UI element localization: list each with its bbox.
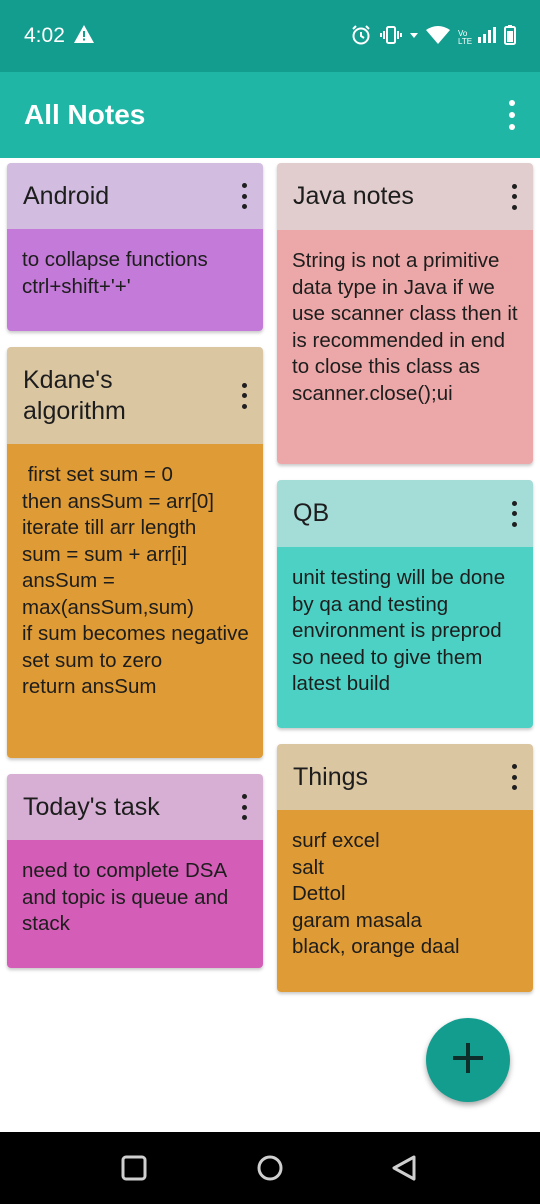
note-card-todays-task[interactable]: Today's task need to complete DSA and to… xyxy=(7,774,263,968)
status-time: 4:02 xyxy=(24,24,65,47)
note-title: QB xyxy=(293,499,330,527)
note-header: Kdane's algorithm xyxy=(7,347,263,444)
note-title: Kdane's algorithm xyxy=(23,365,126,425)
note-body: String is not a primitive data type in J… xyxy=(277,230,533,464)
more-vert-icon[interactable] xyxy=(504,100,520,130)
volte-icon: Vo LTE xyxy=(458,28,473,46)
note-header: Android xyxy=(7,163,263,229)
note-title: Today's task xyxy=(23,792,160,821)
back-triangle-icon[interactable] xyxy=(390,1154,418,1187)
note-card-kdanes-algorithm[interactable]: Kdane's algorithm first set sum = 0 then… xyxy=(7,347,263,758)
note-title: Android xyxy=(23,181,110,210)
note-header: QB xyxy=(277,480,533,547)
note-card-java-notes[interactable]: Java notes String is not a primitive dat… xyxy=(277,163,533,464)
status-bar: 4:02 Vo LTE xyxy=(0,0,540,72)
alarm-icon xyxy=(350,24,372,51)
note-title: Things xyxy=(293,762,369,791)
notes-column-left: Android to collapse functions ctrl+shift… xyxy=(7,163,263,984)
note-body: first set sum = 0 then ansSum = arr[0] i… xyxy=(7,444,263,758)
add-icon xyxy=(451,1041,485,1080)
note-header: Today's task xyxy=(7,774,263,840)
note-body: unit testing will be done by qa and test… xyxy=(277,547,533,728)
note-menu-icon[interactable] xyxy=(509,183,519,210)
warning-icon xyxy=(74,25,94,48)
note-card-android[interactable]: Android to collapse functions ctrl+shift… xyxy=(7,163,263,331)
signal-icon xyxy=(478,27,496,48)
note-body: surf excel salt Dettol garam masala blac… xyxy=(277,810,533,992)
note-body: to collapse functions ctrl+shift+'+' xyxy=(7,229,263,331)
note-menu-icon[interactable] xyxy=(239,794,249,820)
home-circle-icon[interactable] xyxy=(256,1154,284,1187)
recents-square-icon[interactable] xyxy=(120,1154,148,1187)
notes-column-right: Java notes String is not a primitive dat… xyxy=(277,163,533,1008)
note-header: Java notes xyxy=(277,163,533,230)
note-menu-icon[interactable] xyxy=(239,183,249,209)
note-card-things[interactable]: Things surf excel salt Dettol garam masa… xyxy=(277,744,533,992)
page-title: All Notes xyxy=(24,99,146,130)
note-menu-icon[interactable] xyxy=(509,764,519,790)
note-menu-icon[interactable] xyxy=(239,382,249,409)
navigation-bar xyxy=(0,1132,540,1204)
note-menu-icon[interactable] xyxy=(509,500,519,527)
note-header: Things xyxy=(277,744,533,810)
system-icons: Vo LTE xyxy=(350,24,516,51)
note-body: need to complete DSA and topic is queue … xyxy=(7,840,263,968)
data-arrows-icon xyxy=(410,28,418,47)
add-note-button[interactable] xyxy=(426,1018,510,1102)
app-bar: All Notes xyxy=(0,72,540,158)
note-card-qb[interactable]: QB unit testing will be done by qa and t… xyxy=(277,480,533,728)
vibrate-icon xyxy=(380,25,402,50)
wifi-icon xyxy=(426,26,450,49)
note-title: Java notes xyxy=(293,182,414,210)
battery-icon xyxy=(504,25,516,50)
